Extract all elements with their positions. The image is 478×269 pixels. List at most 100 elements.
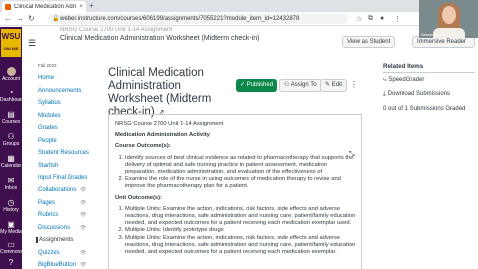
webcam-name: Samantha Pehrson [421, 32, 456, 37]
profile-icon[interactable]: ● [380, 15, 384, 22]
global-nav-label: My Media [0, 229, 22, 235]
course-nav-collaborations[interactable]: Collaborations [38, 187, 76, 193]
logo-subtext: ONLINE [3, 46, 19, 51]
global-nav-label: Courses [1, 119, 21, 125]
breadcrumb-current: Clinical Medication Administration Works… [60, 35, 260, 42]
url-input[interactable]: weber.instructure.com/courses/606199/ass… [48, 14, 348, 24]
logo-text: WSU [1, 32, 21, 41]
extension-icon[interactable]: ⧉ [368, 15, 373, 23]
course-nav-assignments[interactable]: Assignments [36, 237, 73, 243]
published-label: Published [246, 82, 274, 88]
assign-to-button[interactable]: ⚇ Assign To [279, 79, 322, 92]
course-line: NRSG Course 2700 Unit 1-14 Assignment [115, 121, 224, 127]
commons-icon: ▭ [7, 240, 15, 249]
global-nav-calendar[interactable]: ▦ Calendar [0, 154, 22, 169]
global-nav-courses[interactable]: ▤ Courses [0, 110, 22, 125]
bookmark-icon[interactable]: ☆ [356, 15, 362, 23]
edit-label: Edit [331, 82, 343, 88]
published-button[interactable]: ✓ Published [236, 79, 278, 92]
dashboard-icon: ◔ [8, 88, 14, 97]
speedgrader-link[interactable]: ⤷ SpeedGrader [383, 77, 424, 84]
courses-icon: ▤ [7, 110, 15, 119]
forward-icon[interactable]: → [16, 14, 24, 23]
page-title: Clinical Medication Administration Works… [108, 67, 238, 119]
course-nav-syllabus[interactable]: Syllabus [38, 100, 61, 106]
global-nav-help[interactable]: ? [0, 258, 22, 267]
groups-icon: ⚇ [7, 132, 15, 141]
related-items-heading: Related Items [383, 63, 424, 70]
webcam-overlay: Samantha Pehrson [419, 0, 478, 38]
course-nav-home[interactable]: Home [38, 75, 54, 81]
avatar [6, 67, 16, 76]
submissions-graded-text: 0 out of 1 Submissions Graded [383, 106, 466, 112]
global-nav-groups[interactable]: ⚇ Groups [0, 132, 22, 147]
activity-heading: Medication Administration Activity [115, 132, 210, 139]
wsu-online-logo[interactable]: WSU ONLINE [1, 29, 21, 57]
calendar-icon: ▦ [7, 154, 15, 163]
close-tab-icon[interactable]: × [79, 4, 83, 10]
course-navigation: ☰ Fall 2023 Home Announcements Syllabus … [22, 27, 92, 269]
divider [383, 72, 475, 73]
speedgrader-label: SpeedGrader [388, 77, 425, 83]
download-label: Download Submissions [387, 91, 451, 97]
course-outcomes-list: Identify sources of best clinical eviden… [115, 155, 356, 191]
edit-button[interactable]: ✎ Edit [320, 79, 348, 92]
browser-menu-icon[interactable]: ⋮ [394, 15, 401, 23]
course-nav-student-resources[interactable]: Student Resources [38, 150, 89, 156]
global-nav-inbox[interactable]: ✉ Inbox [0, 176, 22, 191]
course-nav-quizzes[interactable]: Quizzes [38, 250, 60, 256]
global-nav-commons[interactable]: ▭ Commons [0, 240, 23, 255]
global-navigation: WSU ONLINE Account ◔ Dashboard ▤ Courses… [0, 27, 25, 269]
course-nav-starfish[interactable]: Starfish [38, 163, 58, 169]
course-nav-people[interactable]: People [38, 138, 57, 144]
help-icon: ? [8, 258, 14, 267]
global-nav-history[interactable]: ◷ History [0, 198, 22, 213]
hidden-eye-icon: 👁 [80, 187, 87, 193]
address-bar-row: ← → ↻ weber.instructure.com/courses/6061… [0, 12, 478, 26]
unit-outcomes-list: Multiple Units: Examine the action, indi… [115, 206, 356, 256]
course-nav-discussions[interactable]: Discussions [38, 225, 70, 231]
canvas-favicon-icon [5, 3, 11, 10]
global-nav-label: Commons [0, 249, 23, 255]
global-nav-label: Account [1, 76, 21, 82]
hidden-eye-icon: 👁 [80, 200, 87, 206]
browser-tab[interactable]: Clinical Medication Administ... × [2, 1, 86, 12]
global-nav-dashboard[interactable]: ◔ Dashboard [0, 88, 25, 103]
global-nav-label: Calendar [0, 163, 22, 169]
global-nav-my-media[interactable]: ▣ My Media [0, 220, 22, 235]
unit-outcomes-heading: Unit Outcome(s): [115, 194, 163, 201]
view-as-student-button[interactable]: View as Student [342, 36, 396, 48]
course-nav-pages[interactable]: Pages [38, 200, 55, 206]
course-nav-announcements[interactable]: Announcements [38, 88, 81, 94]
download-icon: ⤓ [383, 91, 386, 97]
course-nav-rubrics[interactable]: Rubrics [38, 212, 58, 218]
hidden-eye-icon: 👁 [80, 225, 87, 231]
webcam-face [442, 6, 456, 24]
more-options-icon[interactable]: ⋮ [349, 79, 359, 92]
back-icon[interactable]: ← [4, 14, 12, 23]
download-submissions-link[interactable]: ⤓ Download Submissions [383, 91, 450, 98]
list-item: Multiple Units: Identify prototype drugs [125, 227, 356, 234]
course-nav-grades[interactable]: Grades [38, 125, 58, 131]
reload-icon[interactable]: ↻ [28, 14, 35, 23]
global-nav-label: Dashboard [0, 97, 25, 103]
list-item: Multiple Units: Examine the action, indi… [125, 206, 356, 228]
list-item: Multiple Units: Examine the action, indi… [125, 235, 356, 257]
global-nav-account[interactable]: Account [0, 67, 22, 82]
assign-to-label: Assign To [290, 82, 317, 88]
new-tab-button[interactable]: + [89, 1, 94, 10]
hamburger-menu-icon[interactable]: ☰ [28, 38, 36, 49]
course-nav-modules[interactable]: Modules [38, 113, 61, 119]
speedgrader-icon: ⤷ [383, 77, 387, 83]
lock-icon: 🔒 [52, 16, 60, 22]
media-icon: ▣ [7, 220, 15, 229]
list-item: Identify sources of best clinical eviden… [125, 155, 356, 177]
course-outcomes-heading: Course Outcome(s): [115, 143, 171, 150]
inbox-icon: ✉ [7, 176, 15, 185]
tab-title: Clinical Medication Administ... [14, 3, 77, 10]
breadcrumb-course[interactable]: NRSG Course 2700 Unit 1-14 Assignment [60, 27, 320, 35]
assignment-description: NRSG Course 2700 Unit 1-14 Assignment Me… [108, 114, 362, 269]
course-nav-input-final-grades[interactable]: Input Final Grades [38, 175, 87, 181]
hidden-eye-icon: 👁 [80, 262, 87, 268]
course-nav-bigbluebutton[interactable]: BigBlueButton [38, 262, 76, 268]
